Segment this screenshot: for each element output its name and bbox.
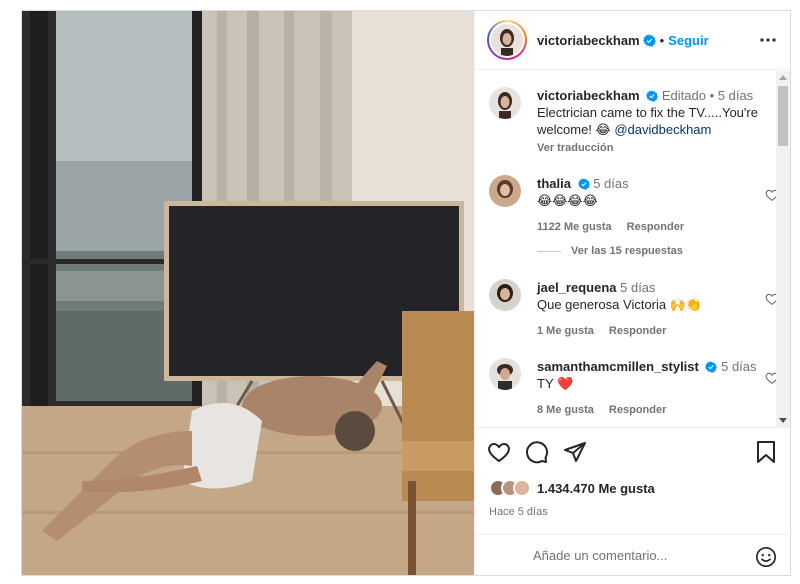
caption-dot: • — [709, 88, 715, 103]
comment-time[interactable]: 5 días — [721, 359, 756, 374]
comments-scrollbar[interactable] — [776, 71, 790, 427]
reply-button[interactable]: Responder — [609, 325, 666, 337]
heart-icon[interactable] — [487, 440, 511, 464]
commenter-avatar[interactable] — [489, 358, 521, 390]
translate-link[interactable]: Ver traducción — [537, 142, 613, 154]
comments-list[interactable]: victoriabeckham Editado • 5 días Electri… — [475, 71, 791, 427]
reply-button[interactable]: Responder — [627, 221, 684, 233]
liker-avatars — [489, 479, 531, 497]
commenter-avatar[interactable] — [489, 279, 521, 311]
view-replies-link[interactable]: Ver las 15 respuestas — [537, 245, 683, 257]
verified-badge-icon — [646, 90, 659, 102]
author-avatar — [491, 24, 523, 56]
post-photo — [22, 11, 474, 575]
comment-username[interactable]: thalia — [537, 176, 571, 191]
emoji-smiley-icon[interactable] — [755, 546, 777, 568]
commenter-avatar[interactable] — [489, 175, 521, 207]
reply-button[interactable]: Responder — [609, 404, 666, 416]
comment-text: TY ❤️ — [537, 376, 574, 391]
comment-input[interactable] — [533, 548, 733, 563]
comment-username[interactable]: samanthamcmillen_stylist — [537, 359, 699, 374]
post-side-panel: victoriabeckham • Seguir victoriabeckham… — [474, 11, 791, 575]
add-comment-bar — [475, 534, 791, 576]
more-dots-icon[interactable] — [759, 31, 777, 49]
post-header: victoriabeckham • Seguir — [475, 11, 791, 70]
scroll-thumb[interactable] — [778, 86, 788, 146]
liker-avatar — [513, 479, 531, 497]
author-avatar-ring[interactable] — [487, 20, 527, 60]
comment-text: 😂😂😂😂 — [537, 193, 598, 208]
comment-likes[interactable]: 1122 Me gusta — [537, 221, 612, 233]
bookmark-icon[interactable] — [755, 440, 777, 464]
caption-mention[interactable]: @davidbeckham — [614, 122, 711, 137]
author-username[interactable]: victoriabeckham — [537, 33, 640, 48]
caption-username[interactable]: victoriabeckham — [537, 88, 640, 103]
view-replies-label[interactable]: Ver las 15 respuestas — [571, 245, 683, 257]
post-modal: victoriabeckham • Seguir victoriabeckham… — [21, 10, 791, 576]
caption-edited: Editado — [661, 88, 706, 103]
caption-time[interactable]: 5 días — [718, 88, 753, 103]
comment-time[interactable]: 5 días — [620, 280, 655, 295]
verified-badge-icon — [642, 34, 656, 46]
follow-button[interactable]: Seguir — [668, 33, 708, 48]
scroll-up-arrow[interactable] — [779, 75, 787, 80]
comment-text: Que generosa Victoria 🙌👏 — [537, 297, 703, 312]
comment-likes[interactable]: 1 Me gusta — [537, 325, 594, 337]
replies-divider — [537, 250, 561, 252]
likes-summary[interactable]: 1.434.470 Me gusta — [489, 479, 655, 497]
comment-time[interactable]: 5 días — [593, 176, 628, 191]
header-separator: • — [659, 32, 665, 48]
verified-badge-icon — [577, 178, 590, 190]
posted-time[interactable]: Hace 5 días — [489, 506, 548, 518]
comment-bubble-icon[interactable] — [525, 440, 549, 464]
paper-plane-icon[interactable] — [563, 440, 587, 464]
post-actions: 1.434.470 Me gusta Hace 5 días — [475, 427, 791, 575]
comment-username[interactable]: jael_requena — [537, 280, 617, 295]
comment-likes[interactable]: 8 Me gusta — [537, 404, 594, 416]
likes-count[interactable]: 1.434.470 Me gusta — [537, 481, 655, 496]
verified-badge-icon — [705, 361, 718, 373]
scroll-down-arrow[interactable] — [779, 418, 787, 423]
caption-avatar[interactable] — [489, 87, 521, 119]
